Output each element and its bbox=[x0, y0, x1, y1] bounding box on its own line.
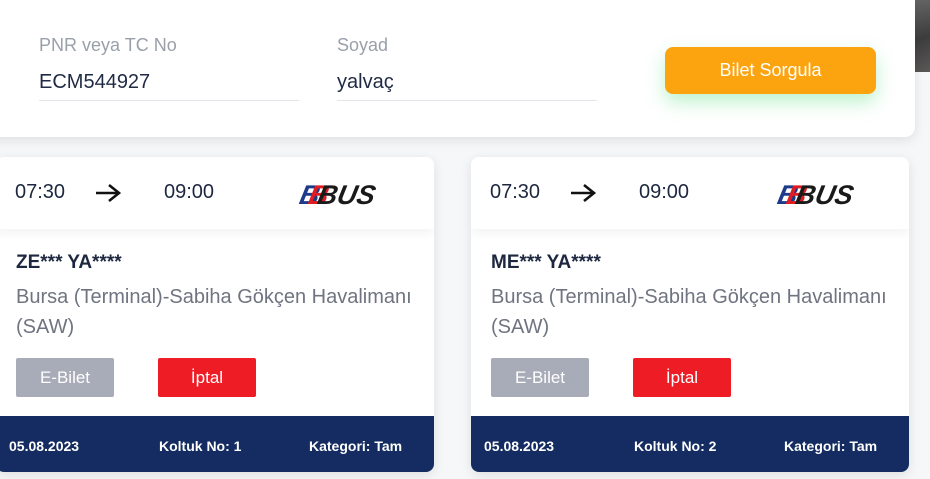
surname-field: Soyad bbox=[337, 35, 597, 110]
arrow-right-icon bbox=[571, 183, 597, 203]
passenger-name: ZE*** YA**** bbox=[16, 252, 122, 273]
departure-time: 07:30 bbox=[490, 181, 541, 203]
arrow-right-icon bbox=[96, 183, 122, 203]
query-ticket-button[interactable]: Bilet Sorgula bbox=[665, 47, 876, 94]
ebilet-button[interactable]: E-Bilet bbox=[16, 358, 114, 397]
bbbus-logo: B B BUS bbox=[298, 179, 379, 209]
cancel-button[interactable]: İptal bbox=[633, 358, 731, 397]
travel-date: 05.08.2023 bbox=[484, 438, 555, 454]
ebilet-button[interactable]: E-Bilet bbox=[491, 358, 589, 397]
departure-time: 07:30 bbox=[15, 181, 66, 203]
ticket-footer: 05.08.2023 Koltuk No: 2 Kategori: Tam bbox=[471, 416, 909, 472]
passenger-name: ME*** YA**** bbox=[491, 252, 601, 273]
surname-label: Soyad bbox=[337, 35, 389, 55]
seat-number: Koltuk No: 2 bbox=[634, 438, 717, 454]
bbbus-logo: B B BUS bbox=[776, 179, 857, 209]
surname-input[interactable] bbox=[337, 65, 597, 101]
travel-date: 05.08.2023 bbox=[9, 438, 80, 454]
pnr-label: PNR veya TC No bbox=[39, 35, 177, 55]
ticket-card: 07:30 09:00 B B BUS ME*** YA**** Bursa (… bbox=[471, 157, 909, 472]
pnr-field: PNR veya TC No bbox=[39, 35, 299, 110]
route-text: Bursa (Terminal)-Sabiha Gökçen Havaliman… bbox=[16, 286, 412, 338]
ticket-header: 07:30 09:00 B B BUS bbox=[471, 157, 909, 229]
ticket-category: Kategori: Tam bbox=[784, 438, 878, 454]
ticket-category: Kategori: Tam bbox=[309, 438, 403, 454]
ticket-card: 07:30 09:00 B B BUS ZE*** YA**** Bursa (… bbox=[0, 157, 434, 472]
pnr-input[interactable] bbox=[39, 65, 299, 101]
svg-text:BUS: BUS bbox=[793, 179, 857, 209]
seat-number: Koltuk No: 1 bbox=[159, 438, 242, 454]
cancel-button[interactable]: İptal bbox=[158, 358, 256, 397]
ticket-footer: 05.08.2023 Koltuk No: 1 Kategori: Tam bbox=[0, 416, 434, 472]
arrival-time: 09:00 bbox=[639, 181, 690, 203]
route-text: Bursa (Terminal)-Sabiha Gökçen Havaliman… bbox=[491, 286, 887, 338]
ticket-header: 07:30 09:00 B B BUS bbox=[0, 157, 434, 229]
arrival-time: 09:00 bbox=[164, 181, 215, 203]
svg-text:BUS: BUS bbox=[315, 179, 379, 209]
